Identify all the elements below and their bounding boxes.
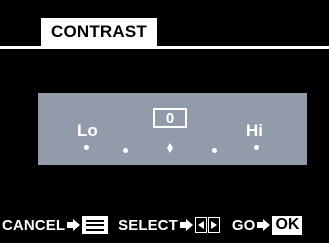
scale-step-4 — [212, 148, 217, 153]
cancel-guide: CANCEL — [2, 216, 109, 234]
cancel-label: CANCEL — [2, 216, 66, 234]
scale-step-1 — [84, 145, 89, 150]
selected-step-marker-icon — [167, 143, 173, 153]
ok-button[interactable]: OK — [272, 215, 303, 235]
arrow-right-icon — [257, 218, 271, 232]
left-right-icon[interactable] — [194, 217, 220, 233]
contrast-slider-panel[interactable]: Lo Hi 0 — [38, 93, 307, 165]
low-label: Lo — [77, 121, 98, 140]
go-label: GO — [231, 216, 256, 234]
button-guide-bar: CANCEL SELECT GO OK — [0, 213, 329, 237]
current-value-box: 0 — [153, 108, 187, 128]
right-key-icon[interactable] — [207, 217, 220, 233]
left-key-icon[interactable] — [194, 217, 207, 233]
ok-label: OK — [275, 216, 300, 233]
select-label: SELECT — [118, 216, 178, 234]
scale-step-5 — [254, 145, 259, 150]
current-value: 0 — [165, 109, 175, 127]
scale-step-2 — [123, 148, 128, 153]
contrast-screen: CONTRAST Lo Hi 0 CANCEL SELECT GO OK — [0, 0, 329, 243]
arrow-right-icon — [67, 218, 81, 232]
screen-title-tab: CONTRAST — [41, 18, 157, 46]
title-divider — [0, 46, 329, 49]
go-guide: GO OK — [231, 215, 303, 235]
select-guide: SELECT — [118, 217, 220, 234]
screen-title: CONTRAST — [50, 22, 148, 41]
high-label: Hi — [246, 121, 263, 140]
arrow-right-icon — [179, 218, 194, 232]
menu-icon[interactable] — [82, 216, 109, 234]
